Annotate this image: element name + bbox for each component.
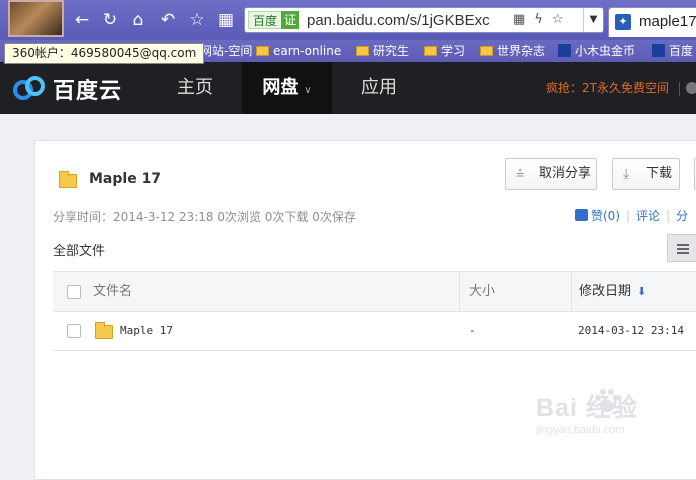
file-date: 2014-03-12 23:14 [578,324,684,337]
table-header: 文件名 大小 修改日期 ⬇ [53,271,696,312]
download-icon: ⤓ [623,166,630,182]
social-bar: 赞(0) | 评论 | 分 [575,207,688,224]
bookmark-label: earn-online [273,44,342,58]
site-badge: 百度 [248,11,283,29]
column-header-date-label: 修改日期 [579,284,632,299]
bookmark-label: 百度 [669,44,694,58]
bookmark-item[interactable]: 网站-空间 [200,42,252,60]
like-label: 赞(0) [591,209,620,223]
chevron-down-icon[interactable]: ▼ [583,8,603,32]
share-icon: ⩮ [516,166,525,182]
tab-label: maple17 [639,13,696,30]
folder-icon [256,46,269,56]
folder-icon [95,322,113,339]
column-header-size[interactable]: 大小 [469,272,495,312]
folder-icon [480,46,493,56]
back-icon[interactable]: ← [72,10,92,30]
logo-text[interactable]: 百度云 [53,73,122,105]
column-divider [459,272,460,312]
cert-badge: 证 [281,11,299,29]
bookmark-item[interactable]: 世界杂志 [480,42,545,60]
bookmark-item[interactable]: 百度 [652,42,693,60]
bookmark-label: 研究生 [373,44,410,58]
cancel-share-label: 取消分享 [539,166,592,181]
bookmark-item[interactable]: 小木虫金币 [558,42,635,60]
globe-icon[interactable] [686,82,696,94]
column-header-name[interactable]: 文件名 [93,272,132,312]
bookmark-label: 学习 [441,44,466,58]
bookmark-label: 网站-空间 [200,44,253,58]
share-link[interactable]: 分 [676,209,688,223]
share-meta: 分享时间：2014-3-12 23:18 0次浏览 0次下载 0次保存 [53,210,356,224]
bookmark-item[interactable]: 学习 [424,42,465,60]
like-button[interactable]: 赞(0) [575,209,620,223]
nav-netdisk-label: 网盘 [262,77,299,98]
table-row[interactable]: Maple 17 - 2014-03-12 23:14 [53,312,696,351]
chevron-down-icon: ∨ [304,85,312,96]
file-name[interactable]: Maple 17 [120,312,173,350]
select-all-checkbox[interactable] [67,285,81,299]
breadcrumb[interactable]: 全部文件 [53,240,105,259]
app-icon [558,44,571,57]
paw-icon [595,389,619,412]
folder-icon [356,46,369,56]
site-header: 百度云 主页 网盘 ∨ 应用 疯抢：2T永久免费空间 [0,62,696,114]
baidu-cloud-logo-icon[interactable] [12,75,46,101]
address-tools-icons[interactable]: ▦ϟ☆ [513,12,573,27]
browser-toolbar: ← ↻ ⌂ ↶ ☆ ▦ 百度 证 pan.baidu.com/s/1jGKBEx… [0,0,696,40]
user-avatar[interactable] [8,0,64,37]
address-bar[interactable]: 百度 证 pan.baidu.com/s/1jGKBExc ▦ϟ☆ ▼ [244,7,604,33]
home-icon[interactable]: ⌂ [128,10,148,30]
cancel-share-button[interactable]: ⩮ 取消分享 [505,158,597,190]
account-tooltip: 360帐户：469580045@qq.com [4,43,205,64]
grid-icon[interactable]: ▦ [216,10,236,30]
browser-tab[interactable]: ✦ maple17 [608,7,696,37]
bookmark-label: 世界杂志 [497,44,546,58]
row-checkbox[interactable] [67,324,81,338]
nav-netdisk[interactable]: 网盘 ∨ [242,62,332,114]
download-label: 下载 [646,166,673,181]
undo-icon[interactable]: ↶ [158,10,178,30]
promo-link[interactable]: 疯抢：2T永久免费空间 [546,62,669,114]
nav-home[interactable]: 主页 [150,62,240,114]
download-button[interactable]: ⤓ 下载 [612,158,680,190]
paw-icon [652,44,665,57]
address-url[interactable]: pan.baidu.com/s/1jGKBExc [307,12,517,29]
baidu-jingyan-watermark: Bai 经验 jingyan.baidu.com [536,384,686,444]
column-header-date[interactable]: 修改日期 ⬇ [579,272,646,312]
column-divider [571,272,572,312]
bookmark-item[interactable]: 研究生 [356,42,409,60]
refresh-icon[interactable]: ↻ [100,10,120,30]
sort-down-icon[interactable]: ⬇ [637,285,646,298]
thumbs-up-icon [575,209,588,221]
divider [679,82,680,96]
bookmark-label: 小木虫金币 [575,44,636,58]
folder-icon [424,46,437,56]
share-title: Maple 17 [89,171,162,187]
watermark-main: Bai 经验 [536,394,638,422]
list-view-icon[interactable] [667,234,696,262]
comment-link[interactable]: 评论 [636,209,660,223]
paw-icon: ✦ [615,14,631,30]
nav-apps[interactable]: 应用 [334,62,424,114]
file-size: - [469,324,476,337]
bookmark-item[interactable]: earn-online [256,42,341,60]
watermark-sub: jingyan.baidu.com [536,424,625,436]
folder-icon [59,171,77,188]
star-icon[interactable]: ☆ [187,10,207,30]
